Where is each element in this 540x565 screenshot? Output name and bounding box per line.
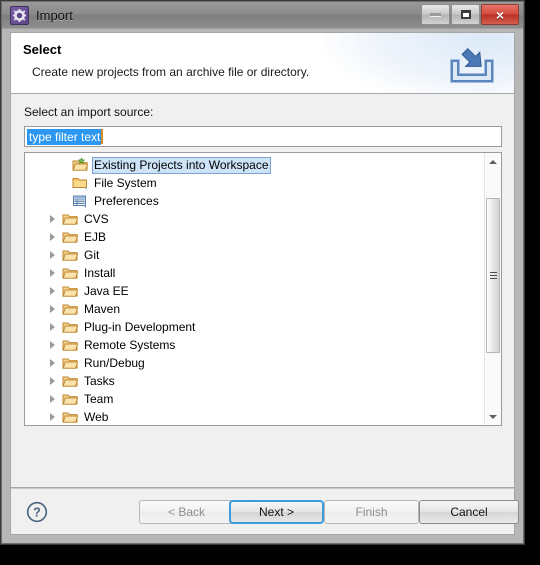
scroll-down-button[interactable]: [485, 408, 501, 425]
chevron-right-icon[interactable]: [48, 412, 57, 422]
folder-open-icon: [62, 319, 79, 335]
import-tray-icon: [444, 45, 500, 87]
wizard-body: Select an import source: type filter tex…: [10, 94, 515, 488]
folder-open-icon: [62, 337, 79, 353]
folder-open-icon: [62, 265, 79, 281]
finish-button[interactable]: Finish: [324, 500, 419, 524]
folder-open-icon: [62, 391, 79, 407]
window-controls: ×: [420, 4, 519, 25]
tree-item-label: Plug-in Development: [84, 319, 196, 334]
import-dialog-window: Import × Select Create new projects from…: [0, 0, 525, 545]
chevron-right-icon[interactable]: [48, 322, 57, 332]
tree-item-file-system[interactable]: File System: [25, 174, 484, 192]
open-folder-new-icon: [72, 157, 89, 173]
tree-item-label: CVS: [84, 211, 109, 226]
tree-item-label: File System: [94, 175, 157, 190]
chevron-right-icon[interactable]: [48, 376, 57, 386]
tree-item-label: Preferences: [94, 193, 159, 208]
filter-input[interactable]: type filter text: [24, 126, 502, 147]
chevron-right-icon[interactable]: [48, 268, 57, 278]
scrollbar-thumb[interactable]: [486, 198, 500, 353]
tree-item-plug-in-development[interactable]: Plug-in Development: [25, 318, 484, 336]
folder-open-icon: [62, 373, 79, 389]
scroll-up-button[interactable]: [485, 153, 501, 170]
wizard-header: Select Create new projects from an archi…: [10, 32, 515, 94]
tree-item-tasks[interactable]: Tasks: [25, 372, 484, 390]
tree-item-label: Team: [84, 391, 114, 406]
tree-item-label: EJB: [84, 229, 107, 244]
tree-item-install[interactable]: Install: [25, 264, 484, 282]
tree-item-preferences[interactable]: Preferences: [25, 192, 484, 210]
maximize-icon: [460, 10, 471, 19]
import-source-tree[interactable]: Existing Projects into Workspace File Sy…: [24, 152, 502, 426]
tree-item-cvs[interactable]: CVS: [25, 210, 484, 228]
folder-open-icon: [62, 283, 79, 299]
tree-item-remote-systems[interactable]: Remote Systems: [25, 336, 484, 354]
tree-item-git[interactable]: Git: [25, 246, 484, 264]
tree-item-label: Install: [84, 265, 116, 280]
tree-item-web[interactable]: Web: [25, 408, 484, 425]
close-button[interactable]: ×: [481, 4, 519, 25]
tree-item-label: Git: [84, 247, 100, 262]
tree-item-java-ee[interactable]: Java EE: [25, 282, 484, 300]
tree-rows: Existing Projects into Workspace File Sy…: [25, 156, 484, 425]
folder-icon: [72, 175, 88, 191]
help-icon[interactable]: ?: [26, 501, 48, 523]
maximize-button[interactable]: [451, 4, 480, 25]
filter-input-value: type filter text: [27, 128, 102, 145]
tree-item-label: Remote Systems: [84, 337, 176, 352]
triangle-down-icon: [489, 414, 497, 419]
tree-item-label: Existing Projects into Workspace: [92, 156, 271, 174]
tree-vertical-scrollbar[interactable]: [484, 153, 501, 425]
tree-item-existing-projects[interactable]: Existing Projects into Workspace: [25, 156, 484, 174]
cancel-button[interactable]: Cancel: [419, 500, 519, 524]
chevron-right-icon[interactable]: [48, 214, 57, 224]
title-bar[interactable]: Import ×: [2, 2, 523, 29]
preferences-icon: [72, 193, 88, 209]
tree-item-run-debug[interactable]: Run/Debug: [25, 354, 484, 372]
dialog-button-bar: ? < Back Next > Finish Cancel: [10, 488, 519, 535]
triangle-up-icon: [489, 159, 497, 164]
chevron-right-icon[interactable]: [48, 232, 57, 242]
folder-open-icon: [62, 301, 79, 317]
chevron-right-icon[interactable]: [48, 304, 57, 314]
page-description: Create new projects from an archive file…: [32, 65, 310, 79]
chevron-right-icon[interactable]: [48, 358, 57, 368]
tree-item-label: Maven: [84, 301, 121, 316]
back-button[interactable]: < Back: [139, 500, 234, 524]
folder-open-icon: [62, 247, 79, 263]
tree-item-team[interactable]: Team: [25, 390, 484, 408]
chevron-right-icon[interactable]: [48, 250, 57, 260]
window-title: Import: [36, 8, 73, 23]
folder-open-icon: [62, 409, 79, 425]
chevron-right-icon[interactable]: [48, 394, 57, 404]
tree-item-label: Web: [84, 409, 109, 424]
chevron-right-icon[interactable]: [48, 286, 57, 296]
next-button[interactable]: Next >: [229, 500, 324, 524]
minimize-button[interactable]: [421, 4, 450, 25]
folder-open-icon: [62, 355, 79, 371]
import-source-label: Select an import source:: [24, 105, 154, 119]
tree-item-label: Run/Debug: [84, 355, 145, 370]
scrollbar-grip-icon: [490, 271, 497, 280]
svg-text:?: ?: [33, 506, 41, 520]
folder-open-icon: [62, 229, 79, 245]
tree-item-maven[interactable]: Maven: [25, 300, 484, 318]
minimize-icon: [430, 12, 441, 17]
close-icon: ×: [495, 6, 505, 23]
gear-icon: [10, 6, 29, 25]
tree-item-label: Java EE: [84, 283, 129, 298]
page-title: Select: [23, 42, 62, 57]
text-caret: [101, 129, 104, 144]
tree-item-label: Tasks: [84, 373, 115, 388]
tree-item-ejb[interactable]: EJB: [25, 228, 484, 246]
folder-open-icon: [62, 211, 79, 227]
chevron-right-icon[interactable]: [48, 340, 57, 350]
